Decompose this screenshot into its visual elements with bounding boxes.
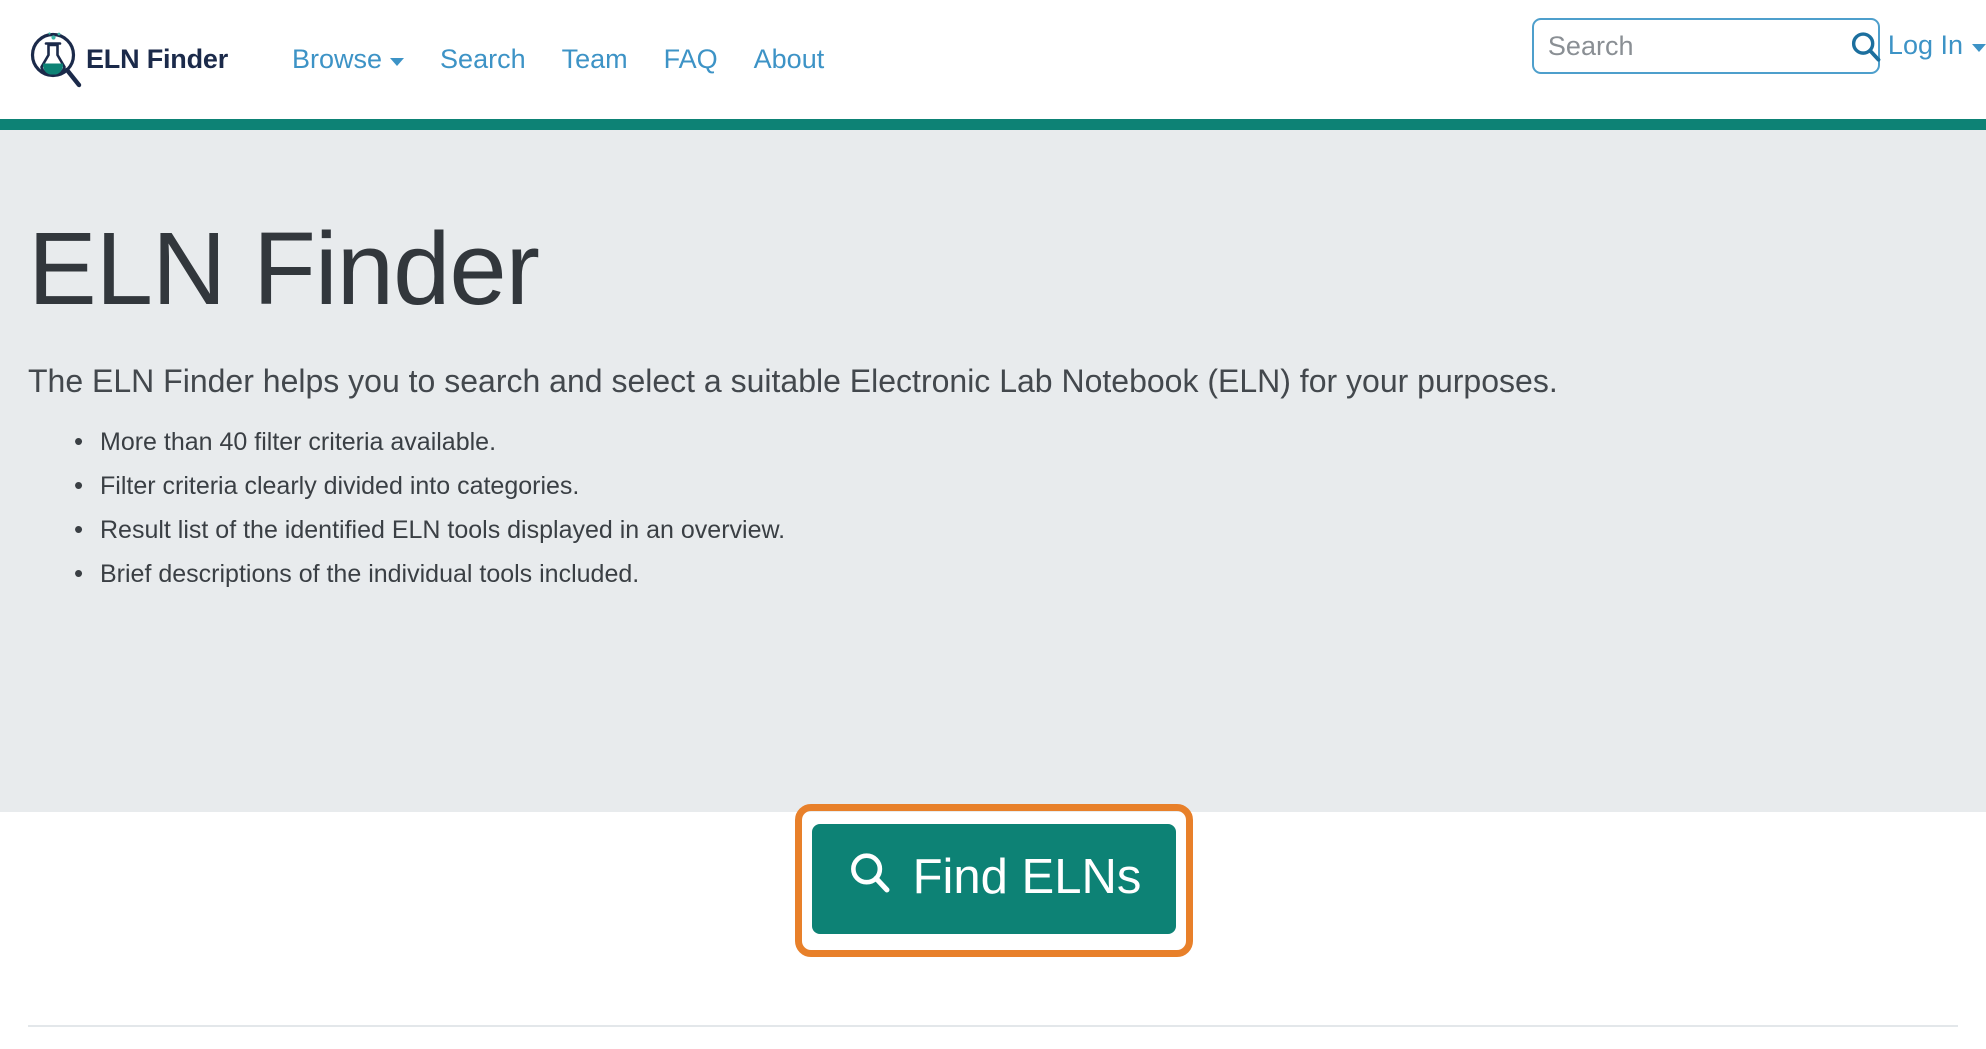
nav-link-team[interactable]: Team (544, 46, 646, 73)
find-elns-button[interactable]: Find ELNs (812, 824, 1176, 934)
hero-section: ELN Finder The ELN Finder helps you to s… (0, 130, 1986, 812)
nav-item-team: Team (544, 46, 646, 73)
nav-link-faq[interactable]: FAQ (646, 46, 736, 73)
nav-item-faq: FAQ (646, 46, 736, 73)
teal-accent-bar (0, 119, 1986, 130)
nav-link-browse[interactable]: Browse (274, 46, 422, 73)
login-label: Log In (1887, 30, 1963, 60)
chevron-down-icon (390, 57, 405, 66)
search-submit-button[interactable] (1844, 26, 1888, 70)
navbar-right-group: Log In (1531, 18, 1986, 74)
find-elns-button-label: Find ELNs (912, 849, 1142, 904)
list-item: Result list of the identified ELN tools … (74, 516, 1958, 543)
nav-item-search: Search (422, 46, 544, 73)
primary-nav: Browse Search Team FAQ About (274, 46, 842, 73)
cta-section: Find ELNs (0, 804, 1986, 1049)
hero-subtitle: The ELN Finder helps you to search and s… (28, 363, 1558, 400)
flask-magnifier-logo-icon (28, 29, 82, 91)
footer-divider (28, 1025, 1958, 1027)
search-icon (1849, 30, 1883, 67)
list-item: More than 40 filter criteria available. (74, 428, 1958, 455)
login-menu-button[interactable]: Log In (1888, 30, 1986, 61)
nav-item-browse: Browse (274, 46, 422, 73)
chevron-down-icon (1972, 43, 1986, 52)
search-box (1531, 18, 1881, 74)
search-input[interactable] (1531, 18, 1880, 74)
hero-feature-list: More than 40 filter criteria available. … (28, 428, 1958, 587)
list-item: Brief descriptions of the individual too… (74, 560, 1958, 587)
nav-link-search-label: Search (440, 44, 526, 74)
nav-link-search[interactable]: Search (422, 46, 544, 73)
brand-logo-link[interactable]: ELN Finder (28, 29, 228, 91)
brand-name: ELN Finder (86, 44, 229, 74)
nav-link-faq-label: FAQ (663, 44, 718, 74)
nav-link-about-label: About (753, 44, 825, 74)
nav-link-browse-label: Browse (292, 44, 383, 74)
nav-link-team-label: Team (561, 44, 628, 74)
nav-link-about[interactable]: About (736, 46, 843, 73)
nav-item-about: About (736, 46, 843, 73)
top-navbar: ELN Finder Browse Search Team FAQ About … (0, 0, 1986, 119)
search-icon (847, 850, 893, 905)
list-item: Filter criteria clearly divided into cat… (74, 472, 1958, 499)
page-title: ELN Finder (28, 211, 540, 326)
